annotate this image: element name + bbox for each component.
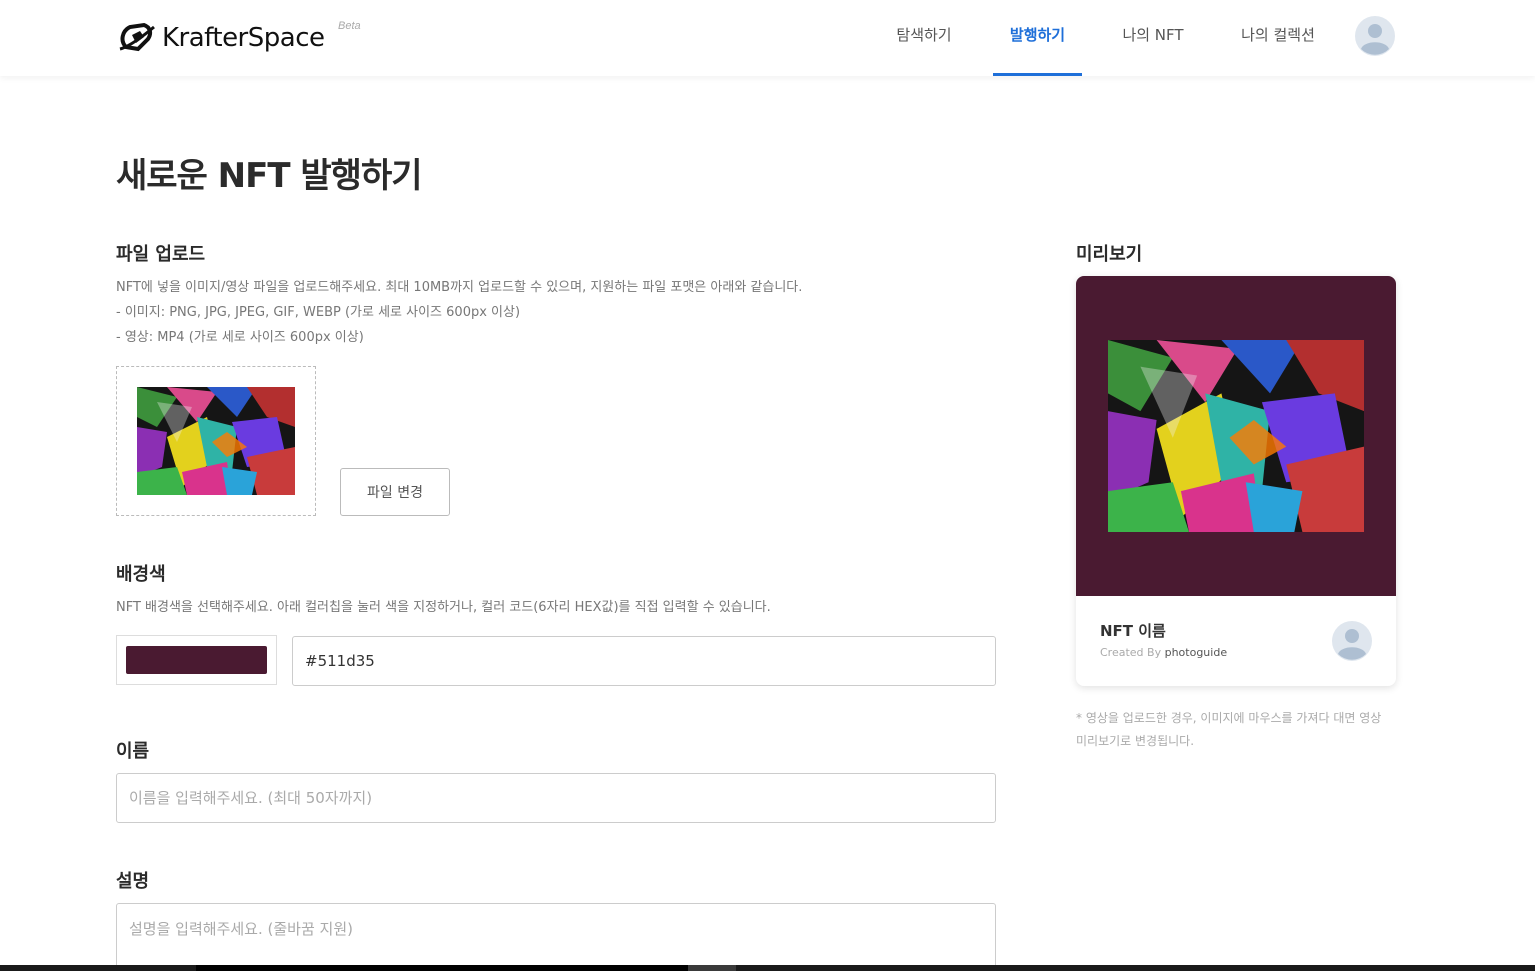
main-nav: 탐색하기 발행하기 나의 NFT 나의 컬렉션: [0, 0, 1535, 76]
color-swatch: [126, 646, 267, 674]
page-title: 새로운 NFT 발행하기: [116, 156, 423, 196]
background-label: 배경색: [116, 564, 166, 585]
user-avatar-icon[interactable]: [1355, 16, 1395, 56]
background-help: NFT 배경색을 선택해주세요. 아래 컬러칩을 눌러 색을 지정하거나, 컬러…: [116, 600, 771, 615]
nav-explore[interactable]: 탐색하기: [888, 0, 960, 76]
upload-help: NFT에 넣을 이미지/영상 파일을 업로드해주세요. 최대 10MB까지 업로…: [116, 275, 996, 350]
scrollbar-thumb[interactable]: [196, 965, 688, 971]
upload-help-line-1: NFT에 넣을 이미지/영상 파일을 업로드해주세요. 최대 10MB까지 업로…: [116, 280, 803, 295]
color-chip-button[interactable]: [116, 635, 277, 685]
description-input[interactable]: [116, 903, 996, 971]
preview-card[interactable]: NFT 이름 Created By photoguide: [1076, 276, 1396, 686]
change-file-button[interactable]: 파일 변경: [340, 468, 450, 516]
created-by-label: Created By: [1100, 646, 1162, 659]
leaf-artwork-image: [1108, 340, 1364, 532]
app-root: KrafterSpace Beta 탐색하기 발행하기 나의 NFT 나의 컬렉…: [0, 0, 1535, 971]
user-avatar-icon: [1332, 621, 1372, 661]
description-label: 설명: [116, 871, 150, 892]
upload-dropzone[interactable]: [116, 366, 316, 516]
horizontal-scrollbar[interactable]: [0, 965, 1535, 971]
preview-creator-line: Created By photoguide: [1100, 646, 1227, 659]
name-input[interactable]: [116, 773, 996, 823]
preview-label: 미리보기: [1076, 244, 1143, 265]
nav-my-nft[interactable]: 나의 NFT: [1114, 0, 1192, 76]
hex-color-input[interactable]: [292, 636, 996, 686]
upload-help-line-2: - 이미지: PNG, JPG, JPEG, GIF, WEBP (가로 세로 …: [116, 305, 521, 320]
nav-my-collection[interactable]: 나의 컬렉션: [1232, 0, 1324, 76]
upload-label: 파일 업로드: [116, 244, 206, 265]
nav-mint[interactable]: 발행하기: [993, 0, 1082, 76]
leaf-artwork-image: [137, 387, 295, 495]
scrollbar-segment: [688, 965, 736, 971]
creator-username: photoguide: [1164, 646, 1228, 659]
top-header: KrafterSpace Beta 탐색하기 발행하기 나의 NFT 나의 컬렉…: [0, 0, 1535, 76]
name-label: 이름: [116, 741, 150, 762]
preview-nft-name: NFT 이름: [1100, 622, 1166, 640]
upload-help-line-3: - 영상: MP4 (가로 세로 사이즈 600px 이상): [116, 330, 364, 345]
preview-note: * 영상을 업로드한 경우, 이미지에 마우스를 가져다 대면 영상 미리보기로…: [1076, 711, 1382, 748]
